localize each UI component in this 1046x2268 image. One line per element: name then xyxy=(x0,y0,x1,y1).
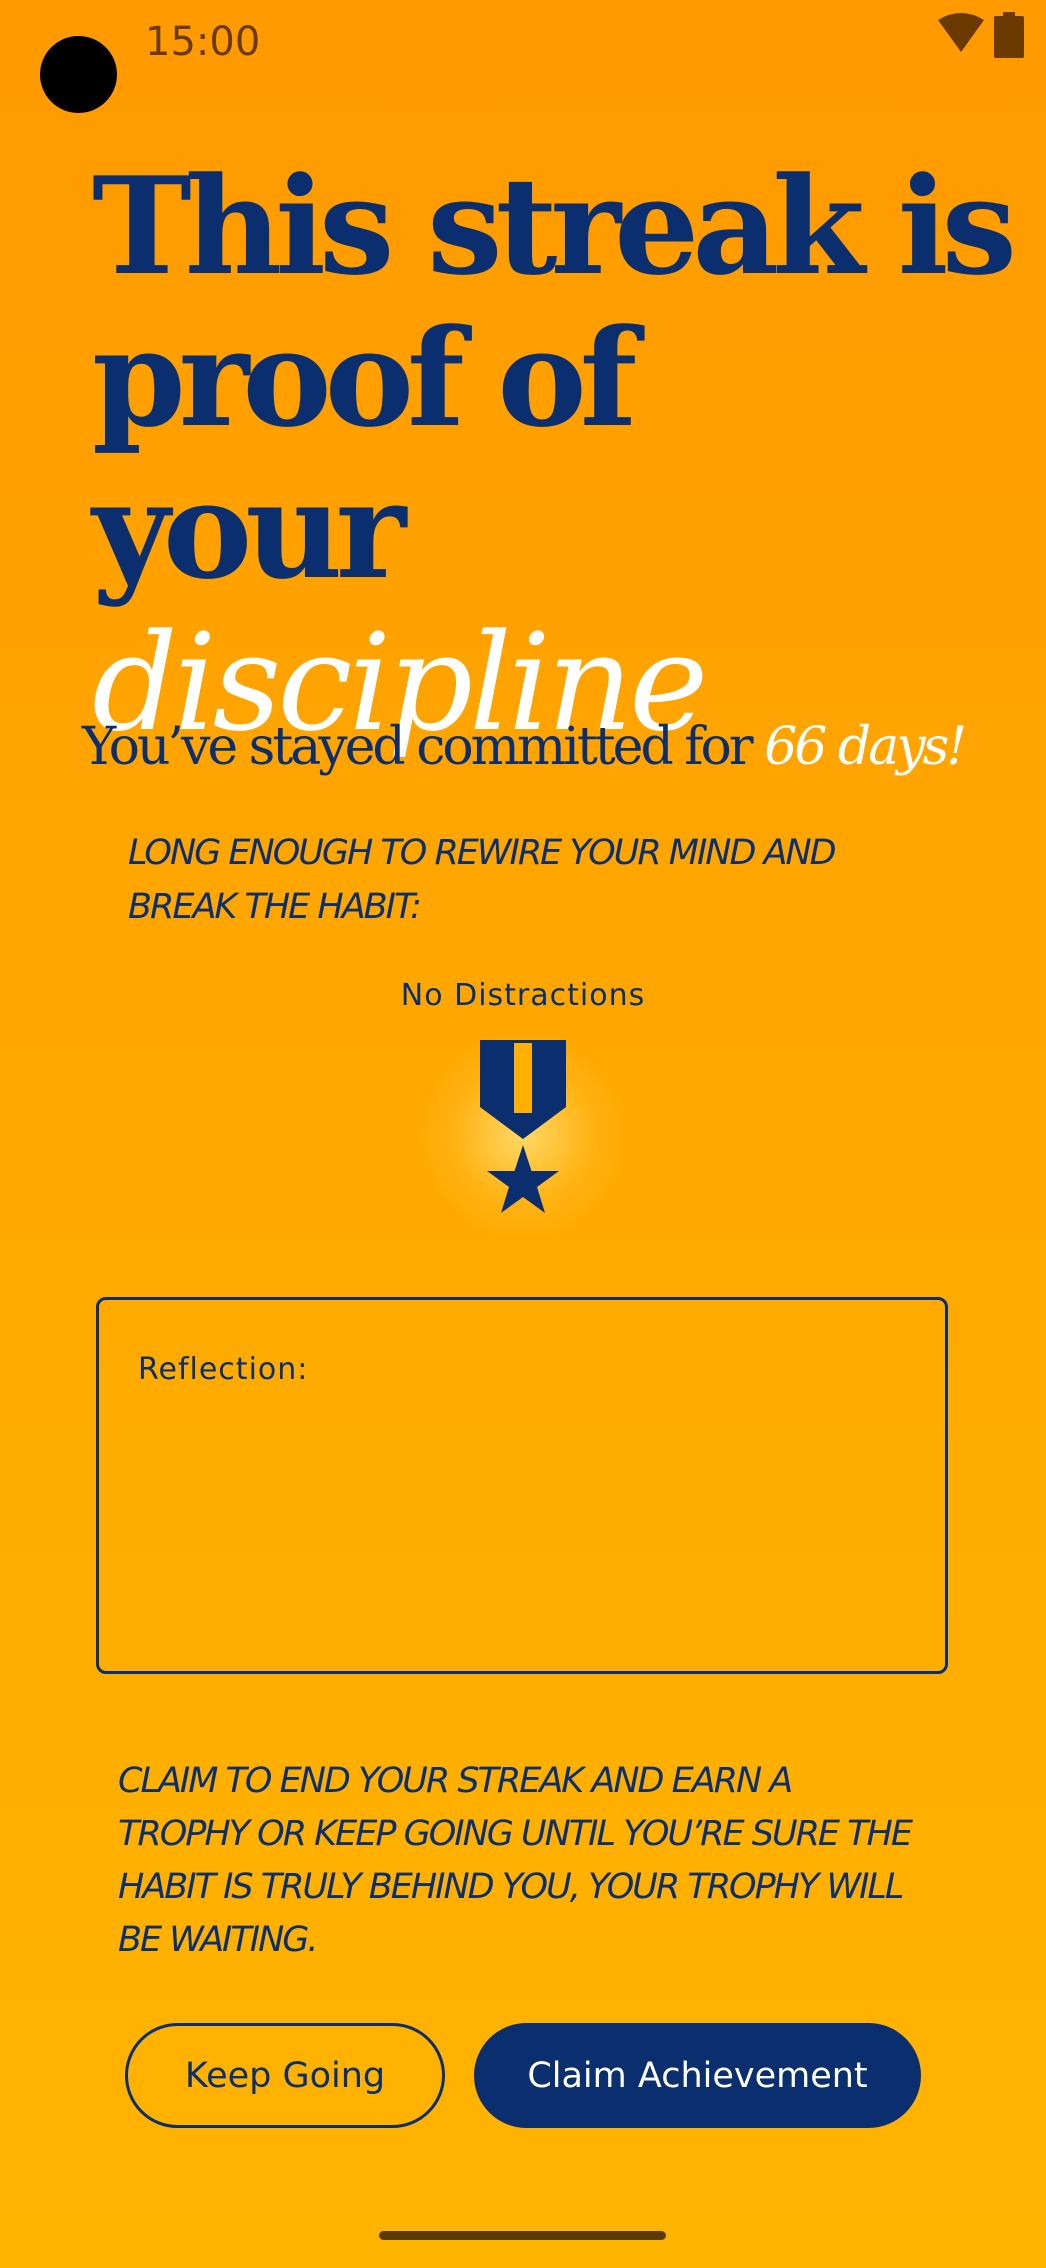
claim-note-line-2: TROPHY OR KEEP GOING UNTIL YOU’RE SURE T… xyxy=(118,1814,913,1854)
claim-note: CLAIM TO END YOUR STREAK AND EARN A TROP… xyxy=(118,1755,948,1967)
home-indicator[interactable] xyxy=(379,2231,666,2240)
badge-title: No Distractions xyxy=(400,978,646,1013)
front-camera-cutout xyxy=(40,36,117,113)
headline: This streak is proof of your discipline xyxy=(92,150,1022,759)
headline-line-3: your xyxy=(92,451,406,609)
rewire-note-line-1: LONG ENOUGH TO REWIRE YOUR MIND AND xyxy=(128,833,837,873)
headline-line-1: This streak is xyxy=(92,147,1017,305)
medal-icon xyxy=(477,1037,569,1223)
wifi-icon xyxy=(936,12,986,58)
status-icons xyxy=(936,12,1024,62)
streak-days: 66 days! xyxy=(764,717,967,777)
commitment-text: You’ve stayed committed for xyxy=(81,717,754,777)
rewire-note: LONG ENOUGH TO REWIRE YOUR MIND AND BREA… xyxy=(128,826,928,934)
reflection-label: Reflection: xyxy=(138,1352,309,1387)
claim-note-line-3: HABIT IS TRULY BEHIND YOU, YOUR TROPHY W… xyxy=(118,1867,904,1907)
headline-line-2: proof of xyxy=(92,299,637,457)
rewire-note-line-2: BREAK THE HABIT: xyxy=(128,887,422,927)
claim-note-line-4: BE WAITING. xyxy=(118,1920,319,1960)
battery-icon xyxy=(994,12,1024,62)
claim-note-line-1: CLAIM TO END YOUR STREAK AND EARN A xyxy=(118,1761,793,1801)
keep-going-button[interactable]: Keep Going xyxy=(125,2023,445,2128)
commitment-subline: You’ve stayed committed for 66 days! xyxy=(0,712,1046,782)
status-time: 15:00 xyxy=(145,19,261,65)
claim-achievement-button[interactable]: Claim Achievement xyxy=(474,2023,921,2128)
